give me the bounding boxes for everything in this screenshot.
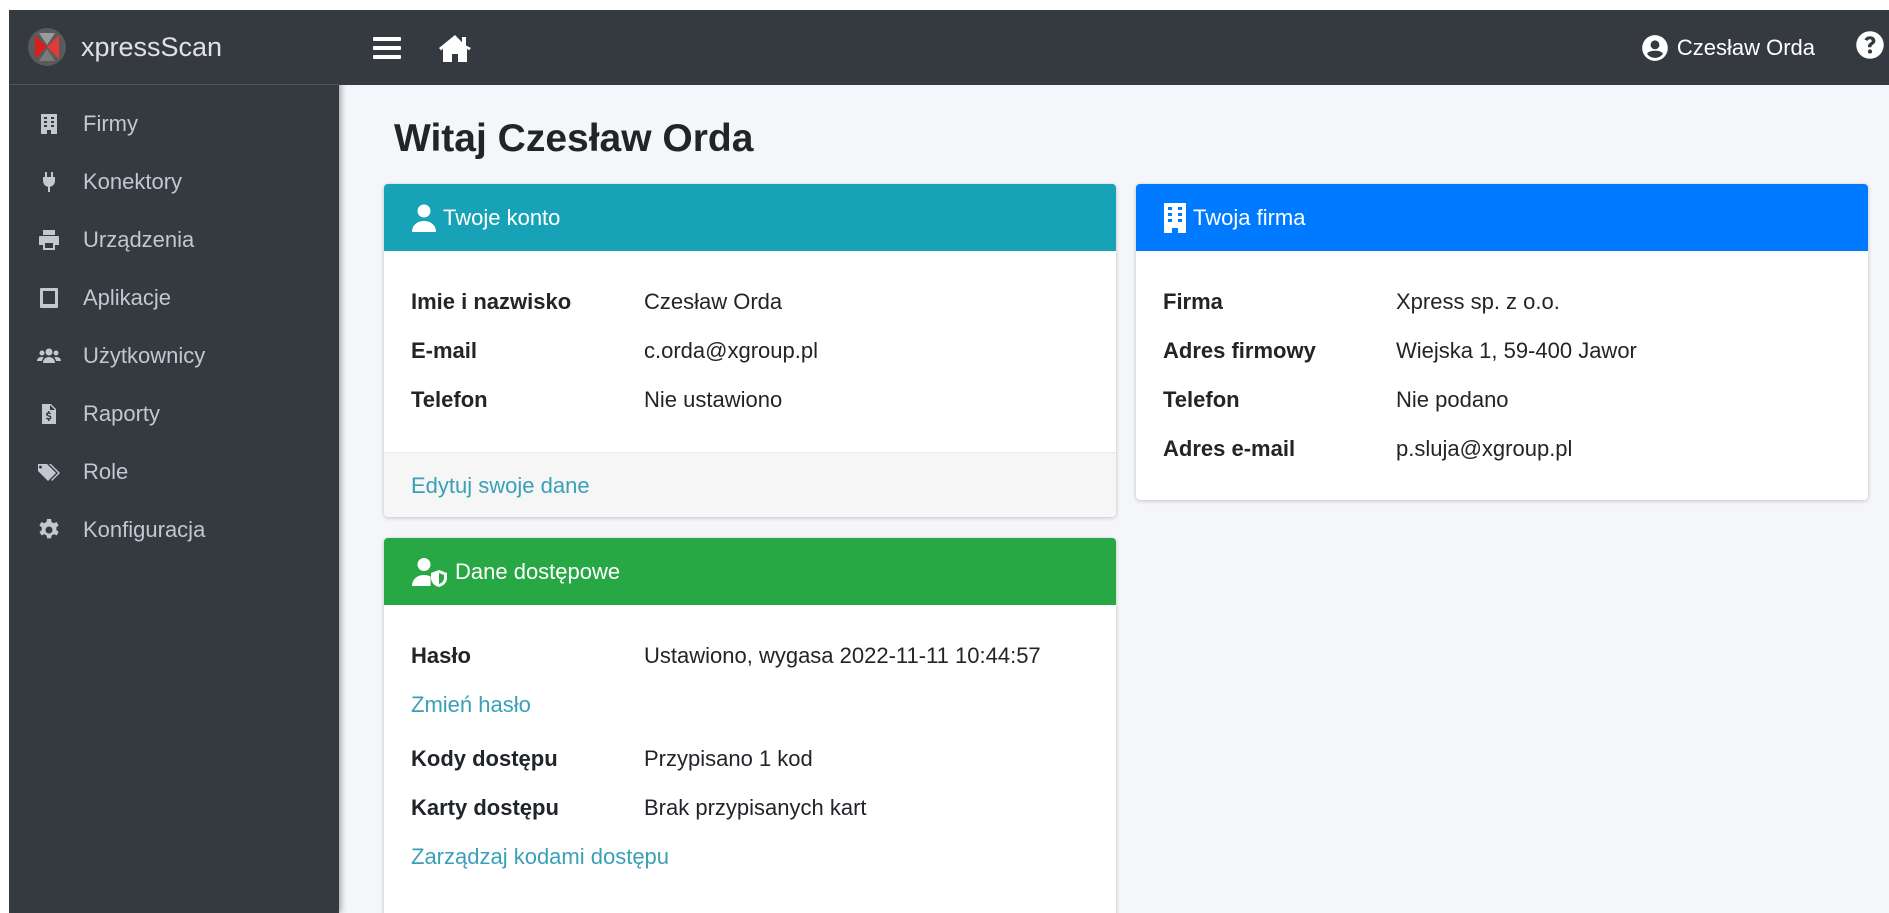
address-label: Adres firmowy	[1163, 337, 1316, 363]
plug-icon	[35, 168, 63, 196]
file-invoice-icon	[35, 400, 63, 428]
building-icon	[1164, 202, 1186, 233]
company-email-label: Adres e-mail	[1163, 435, 1296, 461]
company-label: Firma	[1163, 288, 1223, 314]
company-phone-label: Telefon	[1163, 386, 1240, 412]
cog-icon	[35, 516, 63, 544]
phone-label: Telefon	[411, 386, 488, 412]
sidebar-item-urzadzenia[interactable]: Urządzenia	[9, 211, 339, 269]
sidebar-item-aplikacje[interactable]: Aplikacje	[9, 269, 339, 327]
name-value: Czesław Orda	[644, 288, 783, 314]
sidebar-item-label: Konfiguracja	[83, 517, 206, 542]
access-card: Dane dostępowe Hasło Ustawiono, wygasa 2…	[384, 538, 1116, 913]
sidebar-item-uzytkownicy[interactable]: Użytkownicy	[9, 327, 339, 385]
company-value: Xpress sp. z o.o.	[1396, 288, 1560, 314]
access-card-header: Dane dostępowe	[384, 538, 1116, 605]
sidebar-item-label: Role	[83, 459, 129, 484]
phone-value: Nie ustawiono	[644, 386, 783, 412]
email-value: c.orda@xgroup.pl	[644, 337, 818, 363]
address-value: Wiejska 1, 59-400 Jawor	[1396, 337, 1637, 363]
sidebar-item-label: Aplikacje	[83, 285, 172, 310]
sidebar-item-raporty[interactable]: Raporty	[9, 385, 339, 443]
account-card-footer: Edytuj swoje dane	[384, 452, 1116, 517]
user-circle-icon	[1642, 34, 1668, 61]
sidebar-item-firmy[interactable]: Firmy	[9, 95, 339, 153]
page-title: Witaj Czesław Orda	[394, 117, 754, 160]
access-card-title: Dane dostępowe	[455, 558, 621, 584]
brand-link[interactable]: xpressScan	[9, 10, 339, 85]
company-phone-row: Telefon Nie podano	[1163, 375, 1841, 424]
question-circle-icon[interactable]	[1855, 30, 1885, 65]
sidebar-item-label: Użytkownicy	[83, 343, 206, 368]
hamburger-icon[interactable]	[369, 30, 405, 66]
sidebar-item-label: Firmy	[83, 111, 138, 136]
user-icon	[412, 204, 436, 232]
printer-icon	[35, 226, 63, 254]
sidebar-item-konfiguracja[interactable]: Konfiguracja	[9, 501, 339, 559]
home-icon[interactable]	[437, 30, 473, 66]
manage-access-codes-link[interactable]: Zarządzaj kodami dostępu	[411, 832, 1089, 881]
access-cards-value: Brak przypisanych kart	[644, 794, 867, 820]
password-row: Hasło Ustawiono, wygasa 2022-11-11 10:44…	[411, 631, 1089, 680]
company-email-value: p.sluja@xgroup.pl	[1396, 435, 1573, 461]
phone-row: Telefon Nie ustawiono	[411, 375, 1089, 424]
access-codes-row: Kody dostępu Przypisano 1 kod	[411, 734, 1089, 783]
change-password-link[interactable]: Zmień hasło	[411, 680, 1089, 729]
company-card-title: Twoja firma	[1193, 204, 1306, 230]
email-row: E-mail c.orda@xgroup.pl	[411, 326, 1089, 375]
sidebar-item-label: Urządzenia	[83, 227, 195, 252]
access-cards-label: Karty dostępu	[411, 794, 559, 820]
xpressscan-logo-icon	[28, 28, 66, 66]
access-codes-value: Przypisano 1 kod	[644, 745, 813, 771]
sidebar-item-konektory[interactable]: Konektory	[9, 153, 339, 211]
sidebar-nav: Firmy Konektory Urządzenia Aplikacje Uży…	[9, 85, 339, 559]
password-label: Hasło	[411, 642, 471, 668]
top-navbar: Czesław Orda	[339, 10, 1889, 85]
main-content: Witaj Czesław Orda Twoje konto Imie i na…	[339, 85, 1889, 913]
sidebar: xpressScan Firmy Konektory Urządzenia Ap…	[9, 10, 339, 913]
edit-profile-link[interactable]: Edytuj swoje dane	[411, 461, 590, 510]
users-icon	[35, 342, 63, 370]
email-label: E-mail	[411, 337, 478, 363]
account-card-title: Twoje konto	[443, 204, 561, 230]
address-row: Adres firmowy Wiejska 1, 59-400 Jawor	[1163, 326, 1841, 375]
company-card: Twoja firma Firma Xpress sp. z o.o. Adre…	[1136, 184, 1868, 500]
name-row: Imie i nazwisko Czesław Orda	[411, 277, 1089, 326]
building-icon	[35, 110, 63, 138]
company-email-row: Adres e-mail p.sluja@xgroup.pl	[1163, 424, 1841, 473]
company-card-header: Twoja firma	[1136, 184, 1868, 251]
name-label: Imie i nazwisko	[411, 288, 572, 314]
company-phone-value: Nie podano	[1396, 386, 1509, 412]
user-shield-icon	[412, 557, 447, 587]
tags-icon	[35, 458, 63, 486]
password-value: Ustawiono, wygasa 2022-11-11 10:44:57	[644, 642, 1041, 668]
user-menu[interactable]: Czesław Orda	[1641, 34, 1815, 62]
access-codes-label: Kody dostępu	[411, 745, 558, 771]
tablet-icon	[35, 284, 63, 312]
user-name: Czesław Orda	[1676, 34, 1815, 60]
sidebar-item-label: Konektory	[83, 169, 183, 194]
company-row: Firma Xpress sp. z o.o.	[1163, 277, 1841, 326]
account-card-header: Twoje konto	[384, 184, 1116, 251]
app-window: xpressScan Firmy Konektory Urządzenia Ap…	[9, 10, 1889, 913]
account-card: Twoje konto Imie i nazwisko Czesław Orda…	[384, 184, 1116, 517]
sidebar-item-label: Raporty	[83, 401, 161, 426]
sidebar-item-role[interactable]: Role	[9, 443, 339, 501]
brand-name: xpressScan	[81, 31, 223, 62]
access-cards-row: Karty dostępu Brak przypisanych kart	[411, 783, 1089, 832]
